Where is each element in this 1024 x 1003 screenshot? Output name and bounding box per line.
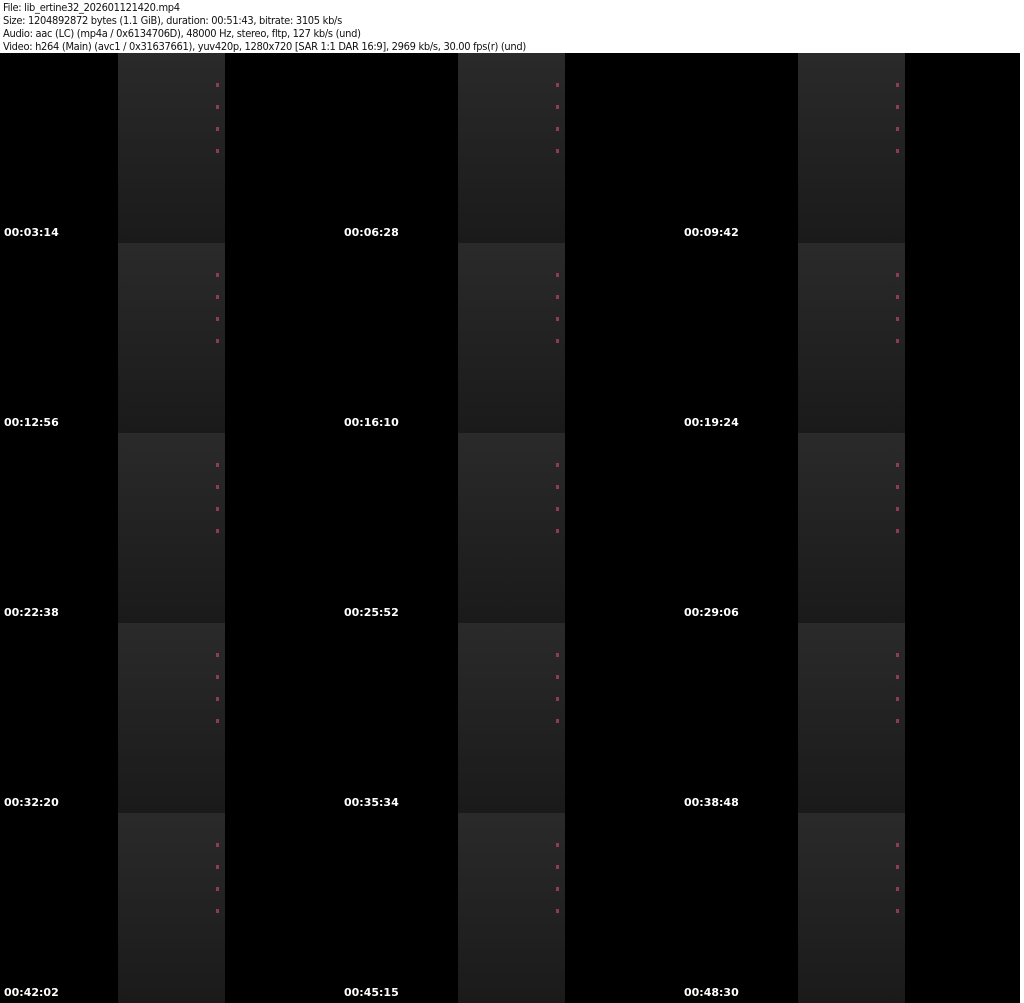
- timestamp: 00:35:34: [344, 796, 399, 809]
- thumbnail: 00:29:06: [680, 433, 1020, 623]
- thumbnail: 00:48:30: [680, 813, 1020, 1003]
- timestamp: 00:03:14: [4, 226, 59, 239]
- video-frame: [798, 813, 905, 1003]
- file-size: Size: 1204892872 bytes (1.1 GiB), durati…: [3, 14, 342, 27]
- thumbnail: 00:35:34: [340, 623, 680, 813]
- thumbnail-grid: 00:03:14 00:06:28 00:09:42 00:12:56 00:16:10…: [0, 53, 1024, 1003]
- timestamp: 00:38:48: [684, 796, 739, 809]
- thumbnail: 00:32:20: [0, 623, 340, 813]
- video-frame: [458, 813, 565, 1003]
- file-name: File: lib_ertine32_202601121420.mp4: [3, 1, 180, 14]
- timestamp: 00:32:20: [4, 796, 59, 809]
- thumbnail: 00:38:48: [680, 623, 1020, 813]
- timestamp: 00:12:56: [4, 416, 59, 429]
- thumbnail: 00:25:52: [340, 433, 680, 623]
- video-frame: [458, 623, 565, 813]
- video-frame: [458, 433, 565, 623]
- video-frame: [458, 243, 565, 433]
- timestamp: 00:42:02: [4, 986, 59, 999]
- video-frame: [118, 243, 225, 433]
- timestamp: 00:19:24: [684, 416, 739, 429]
- thumbnail: 00:42:02: [0, 813, 340, 1003]
- timestamp: 00:09:42: [684, 226, 739, 239]
- timestamp: 00:45:15: [344, 986, 399, 999]
- video-frame: [798, 243, 905, 433]
- thumbnail: 00:19:24: [680, 243, 1020, 433]
- timestamp: 00:48:30: [684, 986, 739, 999]
- file-info-header: File: lib_ertine32_202601121420.mp4 Size…: [3, 1, 526, 53]
- thumbnail: 00:22:38: [0, 433, 340, 623]
- video-frame: [458, 53, 565, 243]
- thumbnail: 00:12:56: [0, 243, 340, 433]
- video-info: Video: h264 (Main) (avc1 / 0x31637661), …: [3, 40, 526, 53]
- video-frame: [118, 53, 225, 243]
- thumbnail: 00:16:10: [340, 243, 680, 433]
- video-frame: [118, 433, 225, 623]
- video-frame: [118, 813, 225, 1003]
- audio-info: Audio: aac (LC) (mp4a / 0x6134706D), 480…: [3, 27, 361, 40]
- video-frame: [118, 623, 225, 813]
- video-frame: [798, 433, 905, 623]
- timestamp: 00:22:38: [4, 606, 59, 619]
- timestamp: 00:16:10: [344, 416, 399, 429]
- thumbnail: 00:06:28: [340, 53, 680, 243]
- video-frame: [798, 623, 905, 813]
- timestamp: 00:25:52: [344, 606, 399, 619]
- thumbnail: 00:09:42: [680, 53, 1020, 243]
- video-frame: [798, 53, 905, 243]
- thumbnail: 00:45:15: [340, 813, 680, 1003]
- thumbnail: 00:03:14: [0, 53, 340, 243]
- timestamp: 00:06:28: [344, 226, 399, 239]
- timestamp: 00:29:06: [684, 606, 739, 619]
